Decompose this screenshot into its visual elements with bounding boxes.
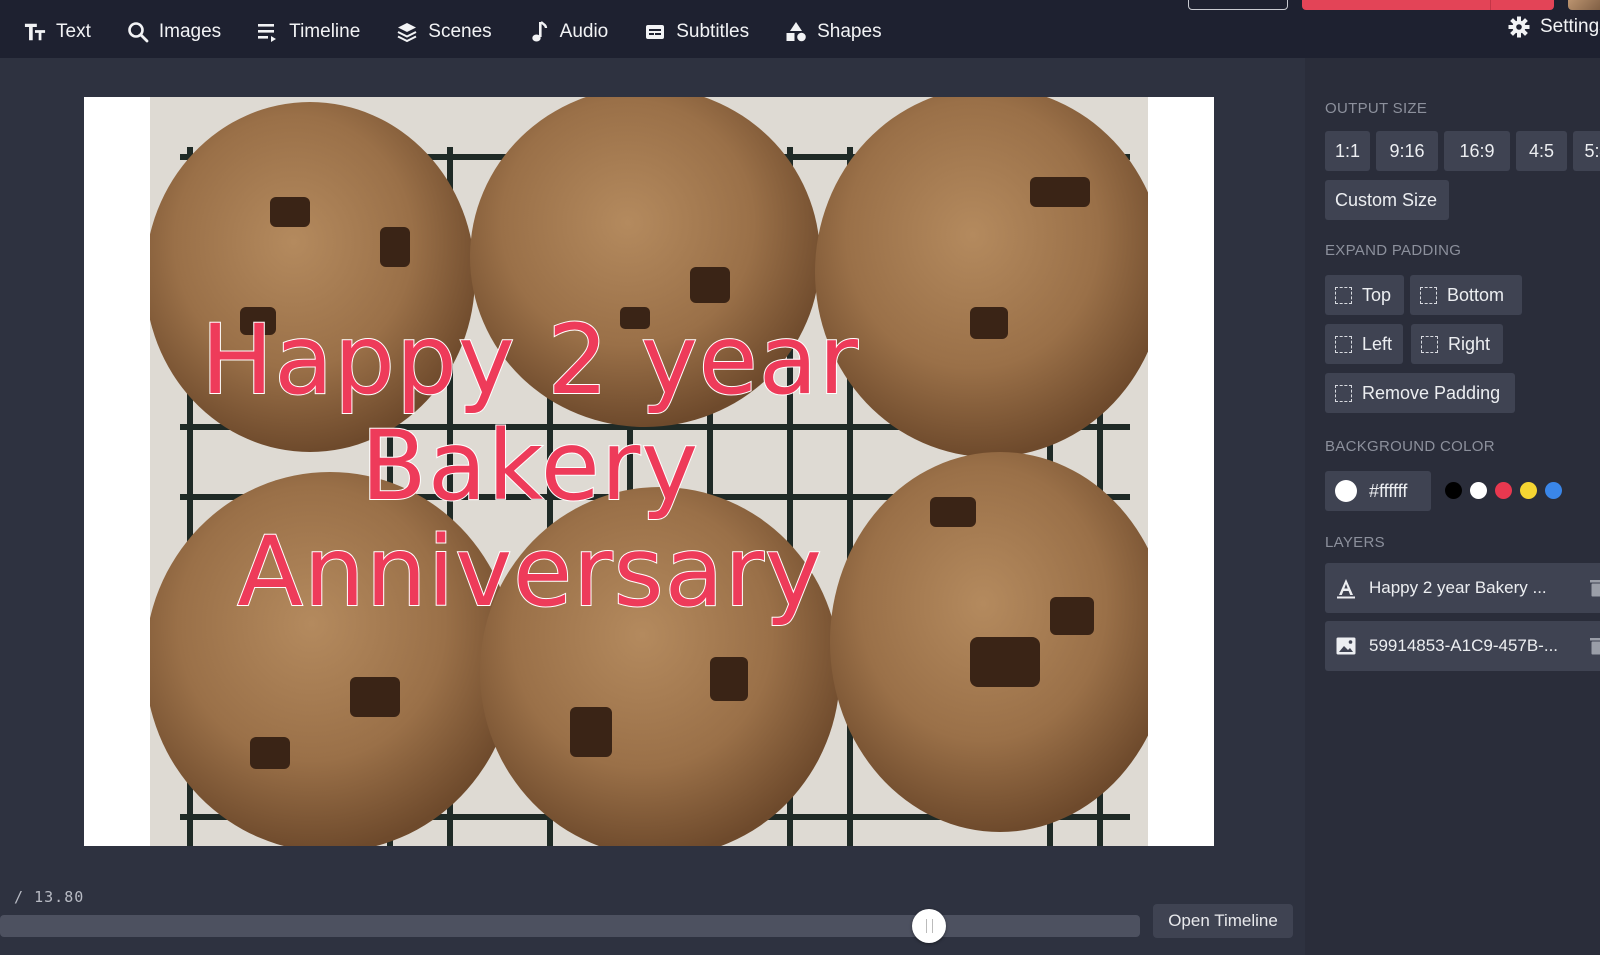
- layer-image-label: 59914853-A1C9-457B-...: [1369, 636, 1559, 655]
- top-toolbar: Text Images Timeline Scenes Audio Subtit…: [0, 0, 1600, 58]
- pad-left-label: Left: [1362, 333, 1393, 354]
- pad-top-button[interactable]: Top: [1325, 275, 1404, 315]
- swatch-red[interactable]: [1495, 482, 1512, 499]
- size-option-1-1[interactable]: 1:1: [1325, 131, 1370, 171]
- pad-bottom-label: Bottom: [1447, 284, 1505, 305]
- search-icon: [127, 21, 149, 43]
- nav-subtitles[interactable]: Subtitles: [644, 0, 749, 64]
- nav-audio[interactable]: Audio: [528, 0, 609, 64]
- nav-timeline[interactable]: Timeline: [257, 0, 360, 64]
- swatch-blue[interactable]: [1545, 482, 1562, 499]
- pad-right-button[interactable]: Right: [1411, 324, 1503, 364]
- nav-text[interactable]: Text: [24, 0, 91, 64]
- nav-images[interactable]: Images: [127, 0, 221, 64]
- layer-item-image[interactable]: 59914853-A1C9-457B-...: [1325, 621, 1600, 671]
- background-color-title: BACKGROUND COLOR: [1325, 438, 1495, 455]
- nav-audio-label: Audio: [559, 21, 609, 42]
- output-size-title: OUTPUT SIZE: [1325, 100, 1428, 117]
- gear-icon: [1508, 16, 1530, 38]
- shapes-icon: [785, 21, 807, 43]
- pad-left-button[interactable]: Left: [1325, 324, 1403, 364]
- swatch-black[interactable]: [1445, 482, 1462, 499]
- text-layer-icon: [1335, 577, 1357, 599]
- size-option-9-16[interactable]: 9:16: [1376, 131, 1438, 171]
- main-nav: Text Images Timeline Scenes Audio Subtit…: [24, 0, 918, 64]
- settings-label: Settings: [1540, 16, 1600, 37]
- nav-images-label: Images: [158, 21, 222, 42]
- timeline-icon: [257, 21, 279, 43]
- settings-button[interactable]: Settings: [1508, 16, 1600, 38]
- remove-padding-label: Remove Padding: [1362, 382, 1501, 403]
- top-primary-button[interactable]: [1302, 0, 1554, 10]
- padding-right-icon: [1421, 335, 1438, 353]
- custom-size-button[interactable]: Custom Size: [1325, 180, 1449, 220]
- remove-padding-button[interactable]: Remove Padding: [1325, 373, 1515, 413]
- padding-left-icon: [1335, 335, 1352, 353]
- nav-subtitles-label: Subtitles: [676, 21, 750, 42]
- pad-bottom-button[interactable]: Bottom: [1410, 275, 1522, 315]
- nav-timeline-label: Timeline: [289, 21, 361, 42]
- time-readout: : / 13.80: [0, 888, 85, 906]
- remove-padding-icon: [1335, 384, 1352, 402]
- padding-bottom-icon: [1420, 286, 1437, 304]
- layers-icon: [396, 21, 418, 43]
- scrubber-handle[interactable]: [912, 909, 947, 943]
- trash-icon[interactable]: [1589, 636, 1600, 661]
- editor-stage: Happy 2 year Bakery Anniversary: [0, 58, 1305, 955]
- music-note-icon: [528, 21, 550, 43]
- output-canvas[interactable]: Happy 2 year Bakery Anniversary: [84, 97, 1214, 846]
- trash-icon[interactable]: [1589, 578, 1600, 603]
- size-option-4-5[interactable]: 4:5: [1516, 131, 1567, 171]
- text-icon: [24, 21, 46, 43]
- properties-panel: OUTPUT SIZE 1:1 9:16 16:9 4:5 5:4 Custom…: [1305, 58, 1600, 955]
- image-layer-icon: [1335, 635, 1357, 657]
- color-swatches: [1445, 482, 1562, 499]
- playback-scrubber[interactable]: [0, 915, 1140, 937]
- overlay-line-1: Happy 2 year: [200, 304, 859, 416]
- layers-title: LAYERS: [1325, 534, 1385, 551]
- size-option-5-4[interactable]: 5:4: [1573, 131, 1600, 171]
- overlay-line-2: Bakery: [360, 410, 700, 522]
- overlay-line-3: Anniversary: [236, 516, 823, 628]
- nav-scenes[interactable]: Scenes: [396, 0, 492, 64]
- open-timeline-button[interactable]: Open Timeline: [1153, 904, 1293, 938]
- background-color-value: #ffffff: [1369, 480, 1408, 501]
- top-secondary-button[interactable]: [1188, 0, 1288, 10]
- layer-item-text[interactable]: Happy 2 year Bakery ...: [1325, 563, 1600, 613]
- size-option-16-9[interactable]: 16:9: [1444, 131, 1510, 171]
- canvas-text-overlay[interactable]: Happy 2 year Bakery Anniversary: [150, 304, 910, 628]
- pad-top-label: Top: [1362, 284, 1392, 305]
- primary-button-divider: [1490, 0, 1491, 10]
- pad-right-label: Right: [1448, 333, 1491, 354]
- nav-shapes[interactable]: Shapes: [785, 0, 882, 64]
- nav-scenes-label: Scenes: [428, 21, 492, 42]
- nav-shapes-label: Shapes: [817, 21, 882, 42]
- subtitles-icon: [644, 21, 666, 43]
- layer-text-label: Happy 2 year Bakery ...: [1369, 578, 1547, 597]
- nav-text-label: Text: [56, 21, 91, 42]
- swatch-yellow[interactable]: [1520, 482, 1537, 499]
- current-color-dot: [1335, 480, 1357, 502]
- swatch-white[interactable]: [1470, 482, 1487, 499]
- padding-top-icon: [1335, 286, 1352, 304]
- background-color-picker[interactable]: #ffffff: [1325, 471, 1431, 511]
- expand-padding-title: EXPAND PADDING: [1325, 242, 1462, 259]
- avatar[interactable]: [1568, 0, 1600, 10]
